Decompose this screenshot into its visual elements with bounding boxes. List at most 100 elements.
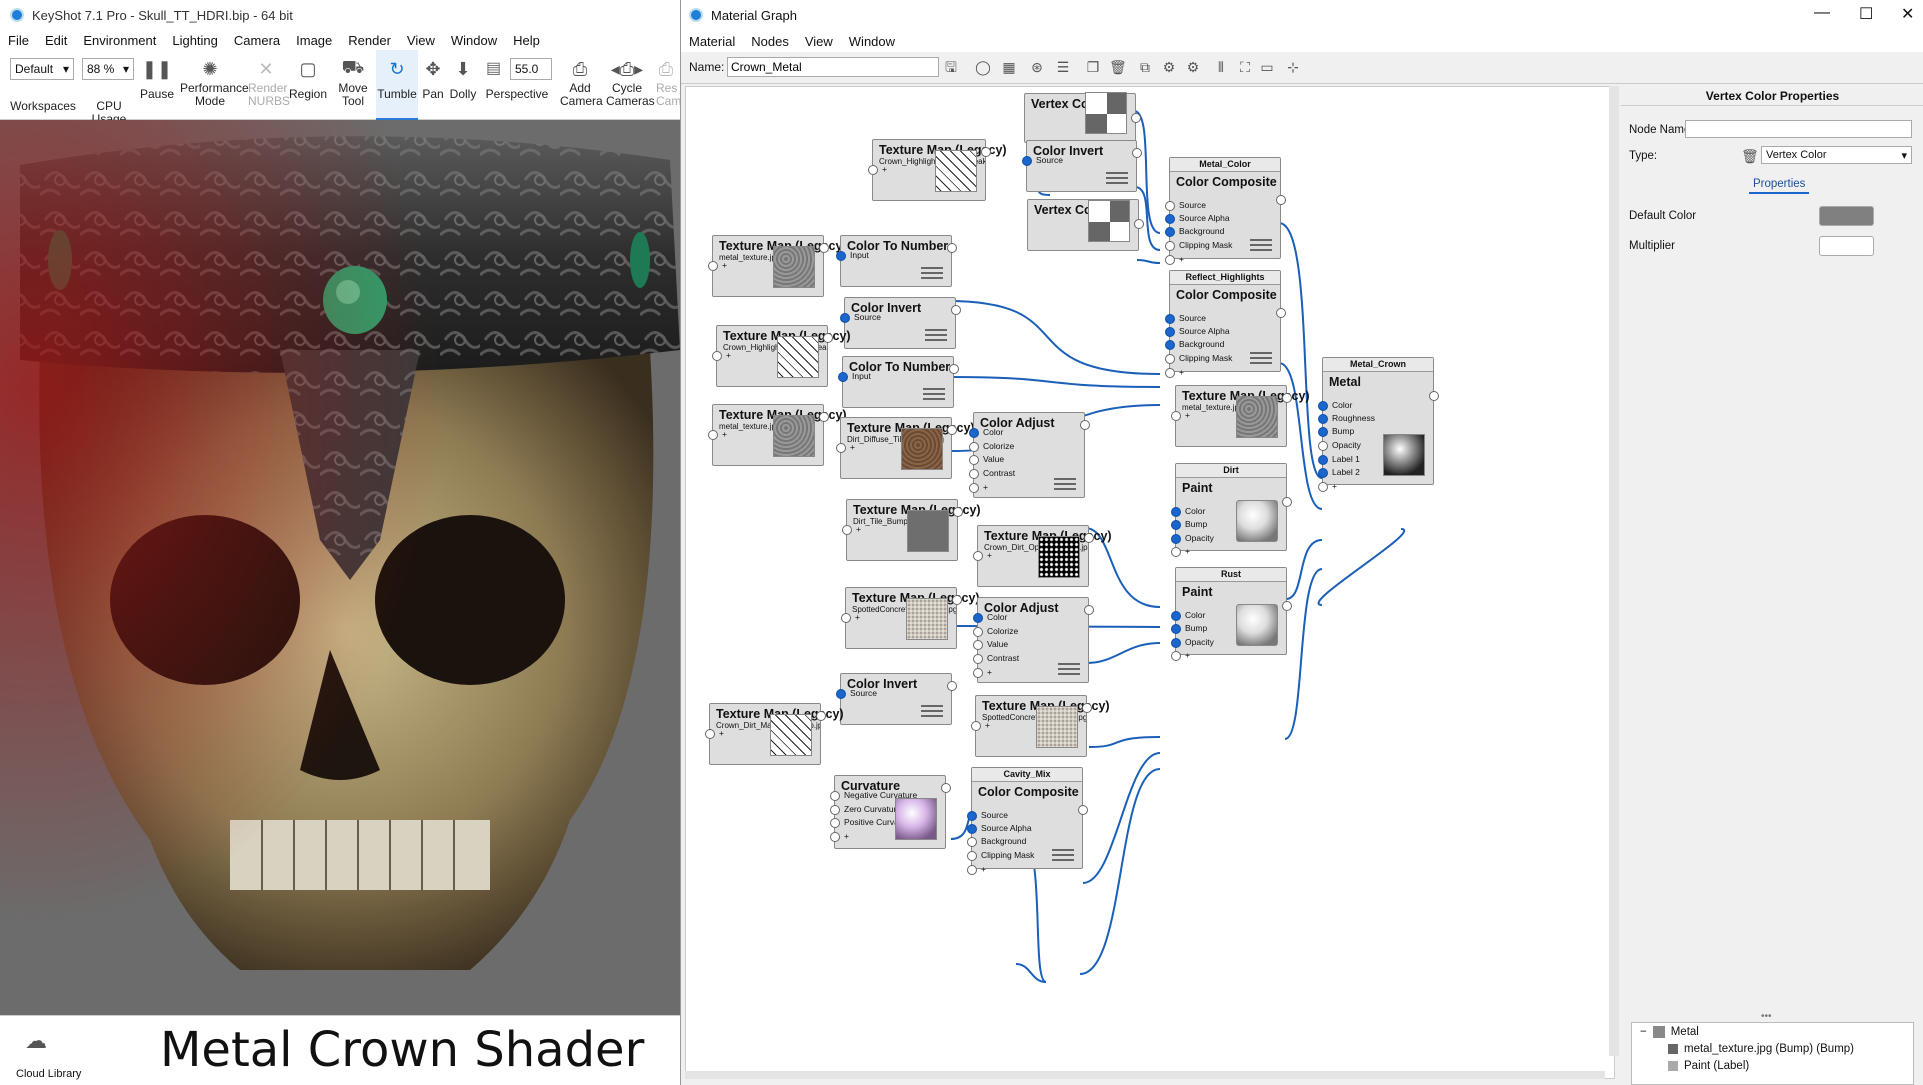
- input-port[interactable]: [836, 251, 846, 261]
- workspaces-button[interactable]: Workspaces: [8, 50, 78, 120]
- output-port[interactable]: [953, 507, 963, 517]
- input-port[interactable]: [971, 721, 981, 731]
- input-port[interactable]: [842, 525, 852, 535]
- output-port[interactable]: [1082, 703, 1092, 713]
- input-port[interactable]: [1165, 314, 1175, 324]
- sliders-icon[interactable]: [1058, 660, 1080, 678]
- node-ci1[interactable]: Color Invert Source: [1022, 140, 1142, 192]
- menu-view[interactable]: View: [797, 34, 841, 49]
- node-tm7[interactable]: Texture Map (Legacy)Dirt_Tile_Bump.jpg (…: [842, 499, 981, 561]
- input-port[interactable]: [705, 729, 715, 739]
- input-port[interactable]: [1318, 401, 1328, 411]
- output-port[interactable]: [1084, 533, 1094, 543]
- reset-camera-button[interactable]: ⎙ Res Cam: [652, 50, 680, 120]
- menu-view[interactable]: View: [399, 33, 443, 48]
- node-ci3[interactable]: Color Invert Source: [836, 673, 957, 725]
- input-port[interactable]: [967, 865, 977, 875]
- input-port[interactable]: [969, 469, 979, 479]
- menu-edit[interactable]: Edit: [37, 33, 75, 48]
- input-port[interactable]: [1165, 214, 1175, 224]
- add-camera-button[interactable]: ⎙ Add Camera: [558, 50, 603, 120]
- sliders-icon[interactable]: [925, 326, 947, 344]
- node-vc2[interactable]: Vertex Color: [1027, 199, 1144, 251]
- menu-lighting[interactable]: Lighting: [164, 33, 226, 48]
- output-port[interactable]: [1084, 605, 1094, 615]
- input-port[interactable]: [967, 824, 977, 834]
- input-port[interactable]: [969, 428, 979, 438]
- input-port[interactable]: [1165, 340, 1175, 350]
- input-port[interactable]: [1171, 638, 1181, 648]
- layout-icon[interactable]: ⊹: [1285, 59, 1301, 75]
- copy-icon[interactable]: ❐: [1085, 59, 1101, 75]
- node-tm4[interactable]: Texture Map (Legacy)metal_texture.jpg+: [708, 404, 847, 466]
- tree-item-bump[interactable]: metal_texture.jpg (Bump) (Bump): [1632, 1040, 1913, 1057]
- fit-icon[interactable]: ⛶: [1237, 59, 1253, 75]
- input-port[interactable]: [1318, 468, 1328, 478]
- output-port[interactable]: [816, 711, 826, 721]
- input-port[interactable]: [1318, 414, 1328, 424]
- output-port[interactable]: [1282, 393, 1292, 403]
- node-cc2[interactable]: Reflect_Highlights Color Composite Source S…: [1165, 270, 1286, 378]
- menu-file[interactable]: File: [0, 33, 37, 48]
- node-vc1[interactable]: Vertex Color: [1024, 92, 1141, 143]
- default-color-swatch[interactable]: [1819, 206, 1874, 226]
- sliders-icon[interactable]: [1052, 846, 1074, 864]
- node-paint2[interactable]: Rust Paint Color Bump Opacity +: [1171, 567, 1292, 661]
- delete-icon[interactable]: 🗑: [1109, 59, 1127, 75]
- node-ctn2[interactable]: Color To Number Input: [838, 356, 959, 408]
- node-tm8[interactable]: Texture Map (Legacy)Crown_Dirt_Opacity_M…: [973, 525, 1112, 587]
- input-port[interactable]: [967, 851, 977, 861]
- output-port[interactable]: [1429, 391, 1439, 401]
- zoom-100-icon[interactable]: ▭: [1259, 59, 1275, 75]
- output-port[interactable]: [1282, 497, 1292, 507]
- output-port[interactable]: [819, 412, 829, 422]
- cycle-cameras-button[interactable]: ◂⎙▸ Cycle Cameras: [604, 50, 655, 120]
- horizontal-scrollbar[interactable]: [685, 1071, 1605, 1079]
- input-port[interactable]: [973, 668, 983, 678]
- sliders-icon[interactable]: [923, 385, 945, 403]
- output-port[interactable]: [947, 243, 957, 253]
- pause-button[interactable]: ❚❚ Pause: [140, 50, 174, 120]
- dolly-button[interactable]: ⬇ Dolly: [448, 50, 478, 120]
- input-port[interactable]: [1165, 354, 1175, 364]
- output-port[interactable]: [952, 595, 962, 605]
- panel-splitter[interactable]: •••: [1761, 1011, 1772, 1022]
- node-tm9[interactable]: Texture Map (Legacy)SpottedConcrete1_dif…: [841, 587, 980, 649]
- input-port[interactable]: [973, 627, 983, 637]
- node-ca2[interactable]: Color Adjust Color Colorize Value Contrast +: [973, 597, 1094, 683]
- minimize-icon[interactable]: —: [1814, 4, 1830, 22]
- material-name-input[interactable]: [727, 57, 939, 77]
- node-paint1[interactable]: Dirt Paint Color Bump Opacity +: [1171, 463, 1292, 557]
- input-port[interactable]: [1171, 651, 1181, 661]
- pan-button[interactable]: ✥ Pan: [420, 50, 446, 120]
- menu-nodes[interactable]: Nodes: [743, 34, 797, 49]
- input-port[interactable]: [967, 837, 977, 847]
- output-port[interactable]: [951, 305, 961, 315]
- menu-image[interactable]: Image: [288, 33, 340, 48]
- input-port[interactable]: [708, 430, 718, 440]
- input-port[interactable]: [838, 372, 848, 382]
- output-port[interactable]: [947, 425, 957, 435]
- trash-icon[interactable]: 🗑: [1741, 148, 1759, 165]
- input-port[interactable]: [840, 313, 850, 323]
- collapse-icon[interactable]: −: [1640, 1026, 1647, 1038]
- input-port[interactable]: [1171, 624, 1181, 634]
- output-port[interactable]: [1276, 308, 1286, 318]
- input-port[interactable]: [841, 613, 851, 623]
- input-port[interactable]: [1165, 368, 1175, 378]
- output-port[interactable]: [1131, 113, 1141, 123]
- output-port[interactable]: [1134, 219, 1144, 229]
- texture-icon[interactable]: ▦: [1001, 59, 1017, 75]
- output-port[interactable]: [1282, 601, 1292, 611]
- close-icon[interactable]: ✕: [1901, 4, 1914, 24]
- node-ci2[interactable]: Color Invert Source: [840, 297, 961, 349]
- type-select[interactable]: Vertex Color ▾: [1761, 146, 1912, 164]
- graph-icon-1[interactable]: ⧉: [1137, 59, 1153, 75]
- node-cc1[interactable]: Metal_Color Color Composite Source Source A…: [1165, 157, 1286, 265]
- move-tool-button[interactable]: ⛟ Move Tool: [334, 50, 372, 120]
- output-port[interactable]: [1078, 805, 1088, 815]
- sliders-icon[interactable]: [1054, 475, 1076, 493]
- performance-mode-button[interactable]: ✺ Performance Mode: [176, 50, 249, 120]
- input-port[interactable]: [973, 613, 983, 623]
- material-ball-icon[interactable]: ◯: [975, 59, 991, 75]
